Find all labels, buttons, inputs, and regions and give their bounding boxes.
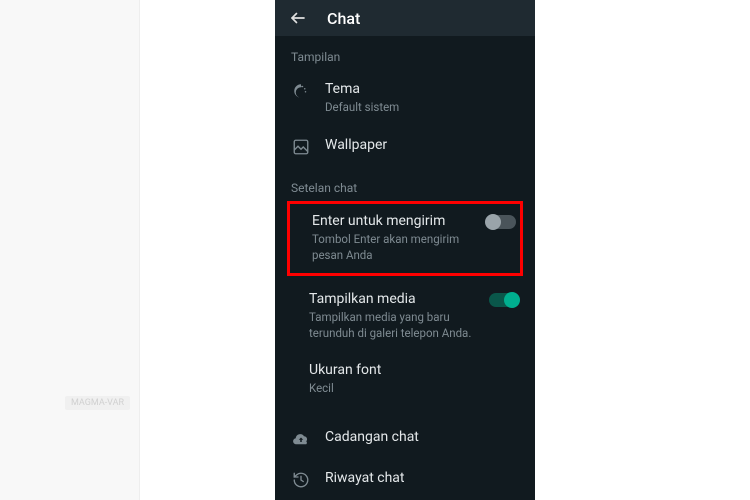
enter-sub: Tombol Enter akan mengirim pesan Anda: [312, 232, 472, 263]
header-title: Chat: [327, 9, 360, 28]
backup-title: Cadangan chat: [325, 428, 519, 446]
enter-toggle[interactable]: [486, 215, 516, 229]
row-tema[interactable]: Tema Default sistem: [275, 70, 535, 126]
row-enter-to-send[interactable]: Enter untuk mengirim Tombol Enter akan m…: [294, 212, 516, 263]
row-backup[interactable]: Cadangan chat: [275, 418, 535, 459]
row-content: Riwayat chat: [325, 469, 519, 487]
theme-icon: [291, 81, 311, 101]
bg-tag: MAGMA-VAR: [65, 396, 130, 410]
media-toggle[interactable]: [489, 293, 519, 307]
chat-settings-screen: Chat Tampilan Tema Default sistem Wallpa…: [275, 0, 535, 500]
row-content: Enter untuk mengirim Tombol Enter akan m…: [312, 212, 472, 263]
wallpaper-title: Wallpaper: [325, 136, 519, 154]
row-content: Tema Default sistem: [325, 80, 519, 116]
media-title: Tampilkan media: [309, 290, 475, 308]
history-icon: [291, 470, 311, 490]
row-history[interactable]: Riwayat chat: [275, 459, 535, 500]
section-label-tampilan: Tampilan: [275, 36, 535, 70]
back-arrow-icon[interactable]: [289, 9, 307, 27]
tema-title: Tema: [325, 80, 519, 98]
cloud-upload-icon: [291, 429, 311, 449]
row-font-size[interactable]: Ukuran font Kecil: [275, 351, 535, 407]
section-label-setelan: Setelan chat: [275, 167, 535, 201]
font-title: Ukuran font: [309, 361, 519, 379]
row-content: Ukuran font Kecil: [309, 361, 519, 397]
highlight-box: Enter untuk mengirim Tombol Enter akan m…: [287, 201, 523, 276]
tema-sub: Default sistem: [325, 100, 519, 116]
font-sub: Kecil: [309, 381, 519, 397]
row-content: Cadangan chat: [325, 428, 519, 446]
app-header: Chat: [275, 0, 535, 36]
row-content: Wallpaper: [325, 136, 519, 154]
media-sub: Tampilkan media yang baru terunduh di ga…: [309, 310, 475, 341]
enter-title: Enter untuk mengirim: [312, 212, 472, 230]
wallpaper-icon: [291, 137, 311, 157]
row-wallpaper[interactable]: Wallpaper: [275, 126, 535, 167]
row-show-media[interactable]: Tampilkan media Tampilkan media yang bar…: [275, 276, 535, 351]
bg-right-panel: [550, 0, 750, 500]
bg-left-panel: MAGMA-VAR: [0, 0, 140, 500]
row-content: Tampilkan media Tampilkan media yang bar…: [309, 290, 475, 341]
history-title: Riwayat chat: [325, 469, 519, 487]
